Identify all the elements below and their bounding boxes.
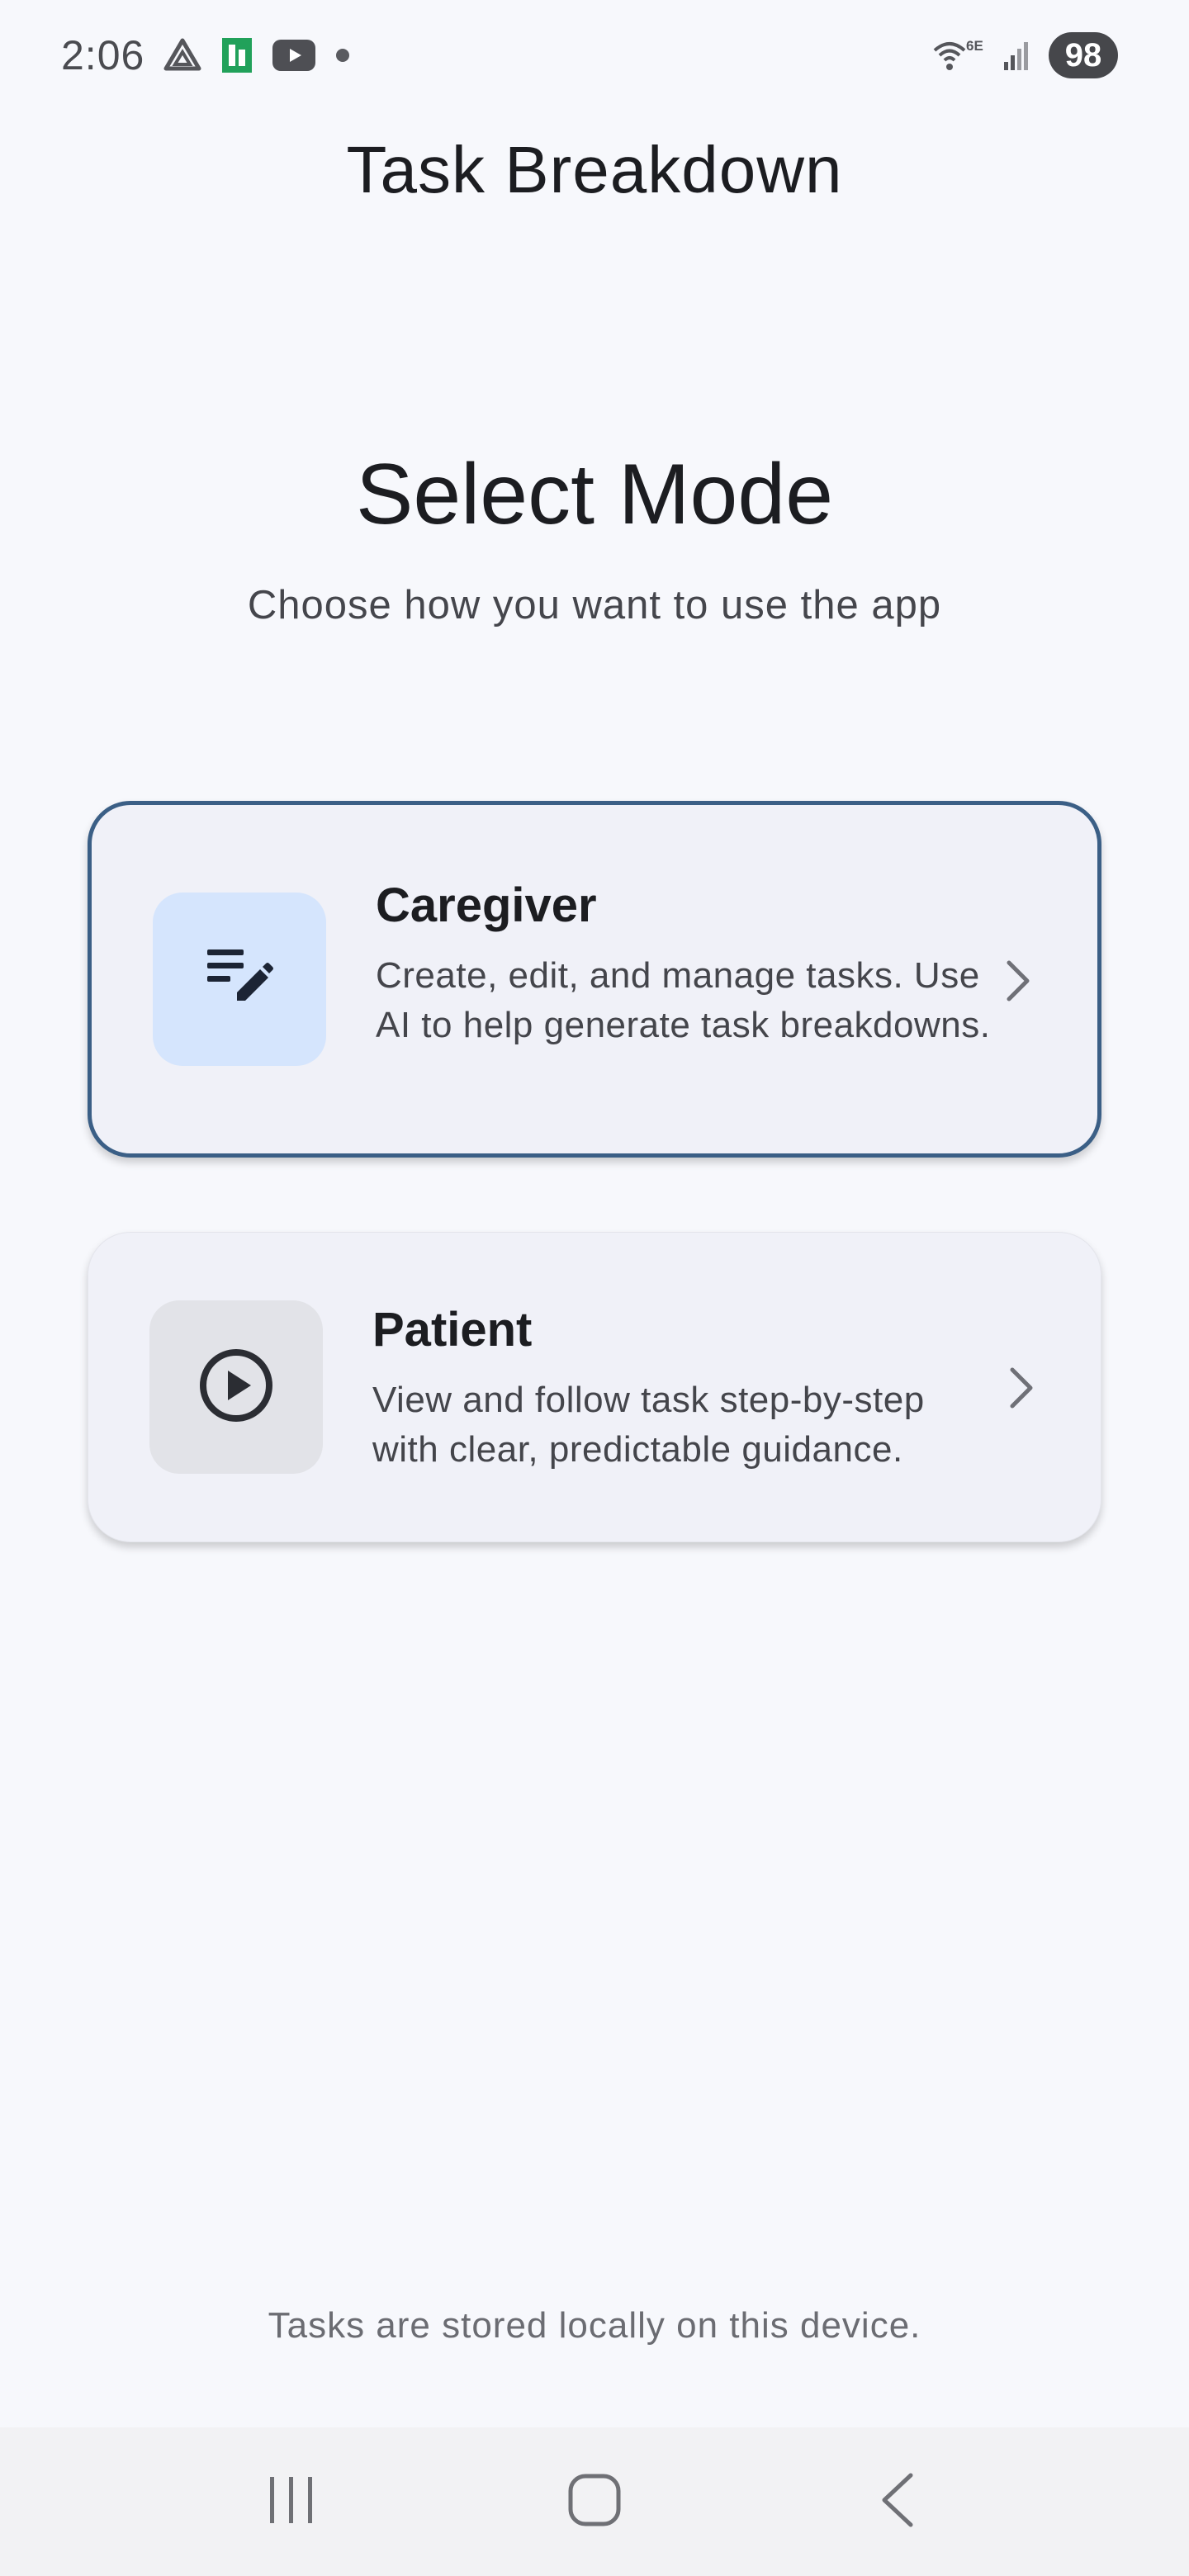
edit-list-icon	[204, 946, 275, 1013]
network-label: 6E	[966, 38, 983, 54]
home-icon	[567, 2473, 622, 2531]
screen: 2:06 6E 98 Task Breakdown Select Mode Ch…	[0, 0, 1189, 2576]
patient-mode-card[interactable]: Patient View and follow task step-by-ste…	[88, 1232, 1101, 1542]
caregiver-mode-card[interactable]: Caregiver Create, edit, and manage tasks…	[88, 801, 1101, 1158]
back-button[interactable]	[848, 2452, 947, 2551]
drive-icon	[163, 37, 202, 73]
back-icon	[878, 2472, 917, 2532]
play-circle-icon	[198, 1347, 274, 1428]
patient-title: Patient	[372, 1303, 533, 1357]
signal-icon	[1001, 37, 1034, 73]
status-left: 2:06	[61, 31, 351, 79]
chevron-right-icon	[1005, 1363, 1038, 1413]
app-title: Task Breakdown	[346, 133, 843, 206]
page-heading: Select Mode	[355, 447, 834, 542]
chevron-right-icon	[1002, 956, 1035, 1006]
patient-icon-container	[149, 1300, 323, 1474]
patient-description: View and follow task step-by-step with c…	[372, 1380, 925, 1470]
wifi-icon: 6E	[931, 37, 986, 73]
recent-apps-button[interactable]	[242, 2452, 341, 2551]
caregiver-text: Caregiver Create, edit, and manage tasks…	[376, 878, 1003, 1050]
system-nav-bar	[0, 2427, 1189, 2576]
recent-apps-icon	[267, 2474, 316, 2531]
status-time: 2:06	[61, 32, 145, 78]
caregiver-icon-container	[153, 893, 326, 1066]
caregiver-title: Caregiver	[376, 878, 597, 932]
youtube-icon	[272, 39, 316, 72]
storage-note: Tasks are stored locally on this device.	[268, 2305, 921, 2346]
home-button[interactable]	[545, 2452, 644, 2551]
patient-text: Patient View and follow task step-by-ste…	[372, 1302, 1000, 1475]
battery-badge: 98	[1049, 32, 1118, 78]
notification-dot-icon	[334, 47, 351, 64]
status-bar: 2:06 6E 98	[0, 0, 1189, 111]
sheets-icon	[220, 36, 253, 74]
page-subheading: Choose how you want to use the app	[247, 583, 942, 627]
status-right: 6E 98	[931, 32, 1118, 78]
caregiver-description: Create, edit, and manage tasks. Use AI t…	[376, 955, 991, 1045]
